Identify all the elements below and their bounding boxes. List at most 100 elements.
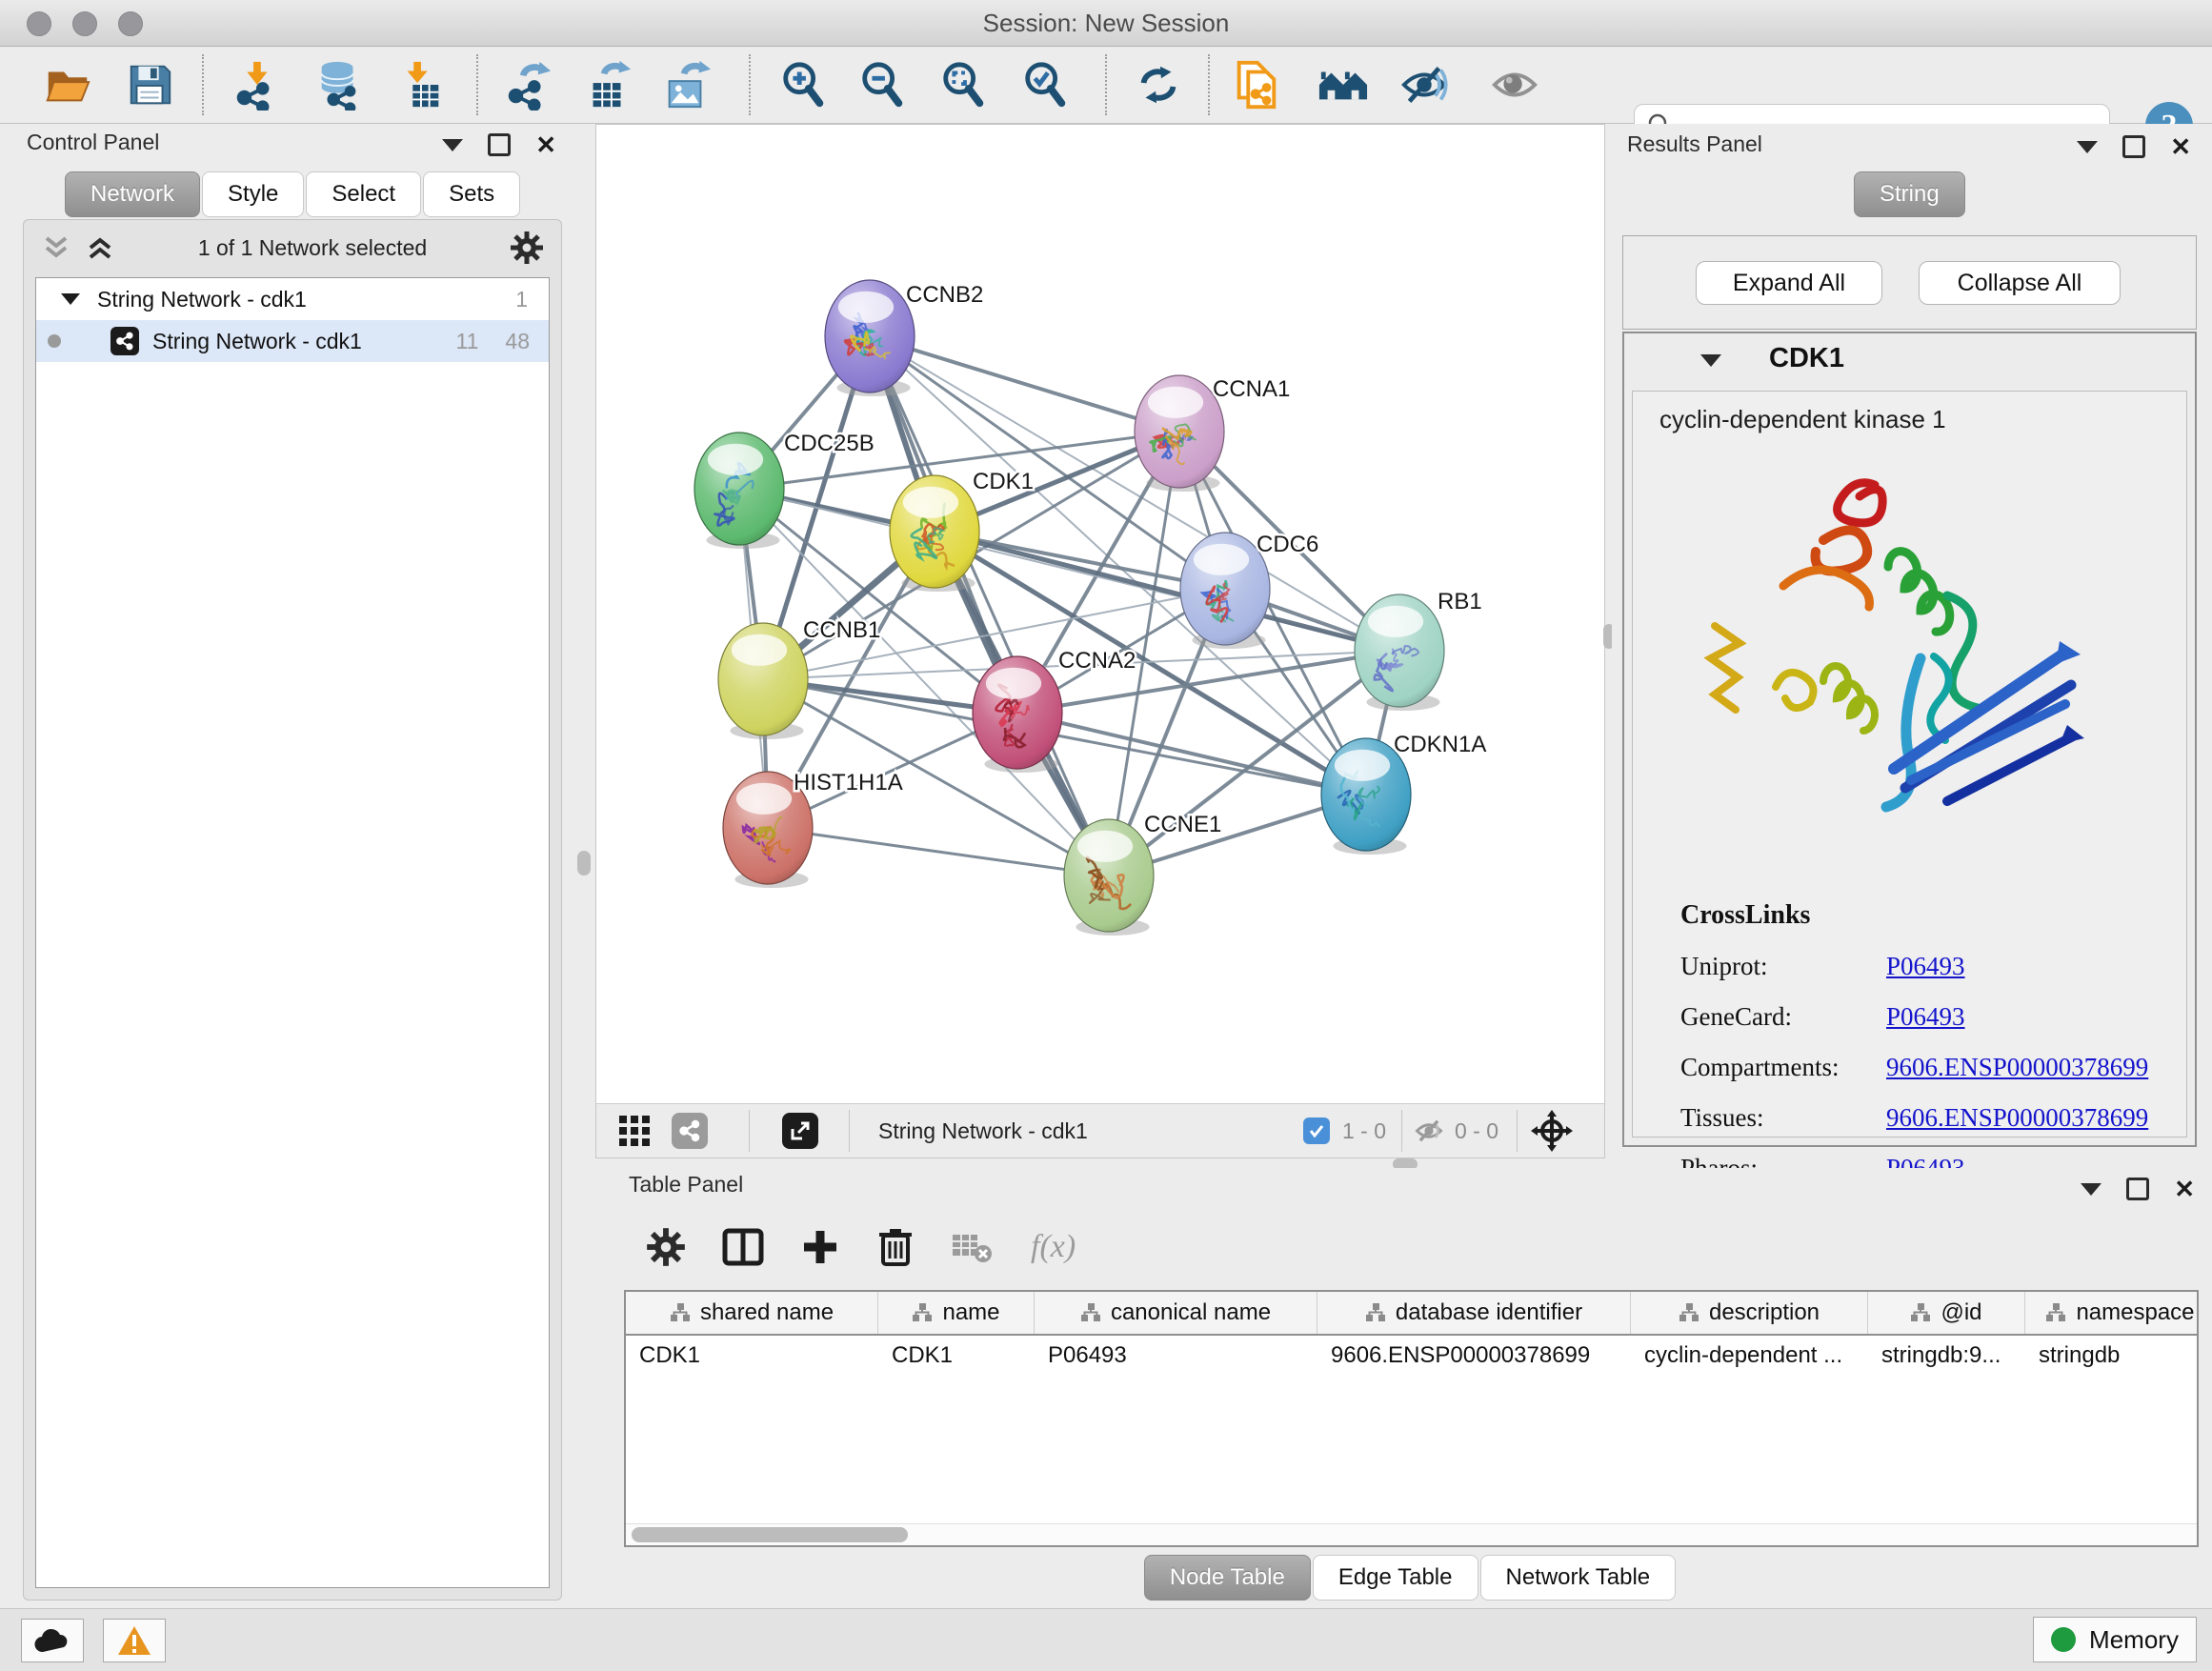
copy-network-button[interactable] bbox=[1229, 58, 1282, 111]
table-cell[interactable]: CDK1 bbox=[878, 1336, 1035, 1376]
hidden-counts: 0 - 0 bbox=[1455, 1104, 1498, 1158]
tab-node-table[interactable]: Node Table bbox=[1144, 1555, 1311, 1601]
import-network-file-button[interactable] bbox=[229, 58, 282, 111]
tab-sets[interactable]: Sets bbox=[423, 171, 520, 217]
column-header-database-identifier[interactable]: database identifier bbox=[1317, 1292, 1631, 1334]
table-settings-gear-icon[interactable] bbox=[646, 1227, 686, 1267]
network-edge[interactable] bbox=[870, 336, 1179, 432]
import-network-database-button[interactable] bbox=[312, 58, 366, 111]
crosslink-link[interactable]: 9606.ENSP00000378699 bbox=[1886, 1103, 2148, 1133]
crosslink-link[interactable]: P06493 bbox=[1886, 1002, 1965, 1032]
zoom-selected-button[interactable] bbox=[1019, 58, 1073, 111]
birdseye-toggle-button[interactable] bbox=[613, 1110, 655, 1152]
network-node-CDC25B[interactable]: CDC25B bbox=[694, 431, 875, 549]
export-network-button[interactable] bbox=[502, 58, 555, 111]
tree-expander-icon[interactable] bbox=[61, 293, 80, 305]
gear-icon[interactable] bbox=[510, 231, 544, 265]
network-node-RB1[interactable]: RB1 bbox=[1355, 589, 1482, 711]
open-session-button[interactable] bbox=[41, 58, 94, 111]
network-edge[interactable] bbox=[768, 828, 1109, 876]
panel-menu-icon[interactable] bbox=[2081, 1183, 2101, 1196]
collapse-all-icon[interactable] bbox=[41, 233, 71, 262]
panel-close-icon[interactable]: ✕ bbox=[535, 135, 556, 154]
network-badge-button[interactable] bbox=[669, 1110, 711, 1152]
horizontal-scrollbar[interactable] bbox=[626, 1523, 2197, 1545]
network-node-CCNA1[interactable]: CCNA1 bbox=[1135, 375, 1290, 492]
tab-network-table[interactable]: Network Table bbox=[1480, 1555, 1677, 1601]
table-cell[interactable]: stringdb bbox=[2025, 1336, 2199, 1376]
column-header-name[interactable]: name bbox=[878, 1292, 1035, 1334]
cloud-button[interactable] bbox=[21, 1619, 84, 1662]
zoom-out-button[interactable] bbox=[856, 58, 910, 111]
crosslinks-title: CrossLinks bbox=[1680, 900, 2148, 931]
column-header--id[interactable]: @id bbox=[1868, 1292, 2025, 1334]
collapse-all-button[interactable]: Collapse All bbox=[1919, 261, 2121, 305]
open-in-window-button[interactable] bbox=[779, 1110, 821, 1152]
expand-all-button[interactable]: Expand All bbox=[1696, 261, 1882, 305]
function-builder-icon[interactable]: f(x) bbox=[1031, 1229, 1076, 1265]
network-node-CCNB2[interactable]: CCNB2 bbox=[825, 280, 983, 396]
export-table-button[interactable] bbox=[581, 58, 634, 111]
zoom-in-button[interactable] bbox=[777, 58, 831, 111]
panel-float-icon[interactable] bbox=[2122, 135, 2145, 158]
tab-network[interactable]: Network bbox=[65, 171, 200, 217]
table-cell[interactable]: cyclin-dependent ... bbox=[1631, 1336, 1868, 1376]
save-session-button[interactable] bbox=[123, 58, 176, 111]
tab-style[interactable]: Style bbox=[202, 171, 304, 217]
table-cell[interactable]: 9606.ENSP00000378699 bbox=[1317, 1336, 1631, 1376]
export-network-icon bbox=[503, 59, 554, 111]
network-node-CCNB1[interactable]: CCNB1 bbox=[718, 617, 880, 739]
entry-header[interactable]: CDK1 bbox=[1624, 333, 2195, 387]
table-cell[interactable]: CDK1 bbox=[626, 1336, 878, 1376]
network-tab-body: 1 of 1 Network selected bbox=[23, 219, 562, 1601]
zoom-fit-button[interactable] bbox=[937, 58, 991, 111]
export-image-button[interactable] bbox=[659, 58, 713, 111]
entry-collapse-icon[interactable] bbox=[1700, 354, 1721, 367]
network-edge[interactable] bbox=[870, 336, 1109, 876]
panel-float-icon[interactable] bbox=[2126, 1178, 2149, 1200]
network-canvas[interactable]: CCNB2CCNA1CDC25BCDK1CDC6RB1CCNB1CCNA2CDK… bbox=[596, 125, 1604, 1104]
table-cell[interactable]: stringdb:9... bbox=[1868, 1336, 2025, 1376]
add-column-icon[interactable] bbox=[800, 1227, 840, 1267]
network-node-HIST1H1A[interactable]: HIST1H1A bbox=[723, 770, 903, 888]
pan-crosshair-icon[interactable] bbox=[1530, 1109, 1574, 1153]
panel-close-icon[interactable]: ✕ bbox=[2174, 1179, 2195, 1198]
column-header-namespace[interactable]: namespace bbox=[2025, 1292, 2199, 1334]
panel-close-icon[interactable]: ✕ bbox=[2170, 137, 2191, 156]
selected-checkbox-icon[interactable] bbox=[1303, 1117, 1330, 1144]
column-header-canonical-name[interactable]: canonical name bbox=[1035, 1292, 1317, 1334]
panel-menu-icon[interactable] bbox=[2077, 141, 2098, 153]
gene-name: CDK1 bbox=[1769, 343, 1844, 374]
warnings-button[interactable] bbox=[103, 1619, 166, 1662]
show-all-button[interactable] bbox=[1488, 58, 1541, 111]
copy-document-share-icon bbox=[1230, 59, 1281, 111]
apply-layout-button[interactable] bbox=[1132, 58, 1185, 111]
vertical-splitter-grip[interactable] bbox=[577, 851, 591, 876]
show-columns-icon[interactable] bbox=[722, 1227, 764, 1267]
tab-edge-table[interactable]: Edge Table bbox=[1313, 1555, 1478, 1601]
delete-column-icon[interactable] bbox=[876, 1226, 915, 1268]
table-row[interactable]: CDK1CDK1P064939606.ENSP00000378699cyclin… bbox=[626, 1336, 2199, 1376]
crosslink-link[interactable]: 9606.ENSP00000378699 bbox=[1886, 1053, 2148, 1082]
hide-selected-button[interactable] bbox=[1398, 58, 1451, 111]
tab-select[interactable]: Select bbox=[306, 171, 421, 217]
network-edge[interactable] bbox=[1017, 713, 1366, 795]
network-collection-row[interactable]: String Network - cdk1 1 bbox=[36, 278, 549, 320]
column-header-description[interactable]: description bbox=[1631, 1292, 1868, 1334]
column-header-shared-name[interactable]: shared name bbox=[626, 1292, 878, 1334]
tab-string[interactable]: String bbox=[1854, 171, 1965, 217]
panel-float-icon[interactable] bbox=[488, 133, 511, 156]
network-node-CCNE1[interactable]: CCNE1 bbox=[1064, 812, 1221, 936]
table-cell[interactable]: P06493 bbox=[1035, 1336, 1317, 1376]
crosslink-link[interactable]: P06493 bbox=[1886, 952, 1965, 981]
delete-table-icon-disabled[interactable] bbox=[951, 1229, 995, 1265]
import-table-file-button[interactable] bbox=[393, 58, 447, 111]
memory-button[interactable]: Memory bbox=[2033, 1617, 2197, 1662]
network-row[interactable]: String Network - cdk1 11 48 bbox=[36, 320, 549, 362]
homes-button[interactable] bbox=[1317, 58, 1370, 111]
panel-menu-icon[interactable] bbox=[442, 139, 463, 151]
zoom-out-icon bbox=[857, 59, 909, 111]
expand-all-icon[interactable] bbox=[85, 233, 115, 262]
scrollbar-thumb[interactable] bbox=[632, 1527, 908, 1542]
network-node-CDKN1A[interactable]: CDKN1A bbox=[1321, 732, 1486, 855]
